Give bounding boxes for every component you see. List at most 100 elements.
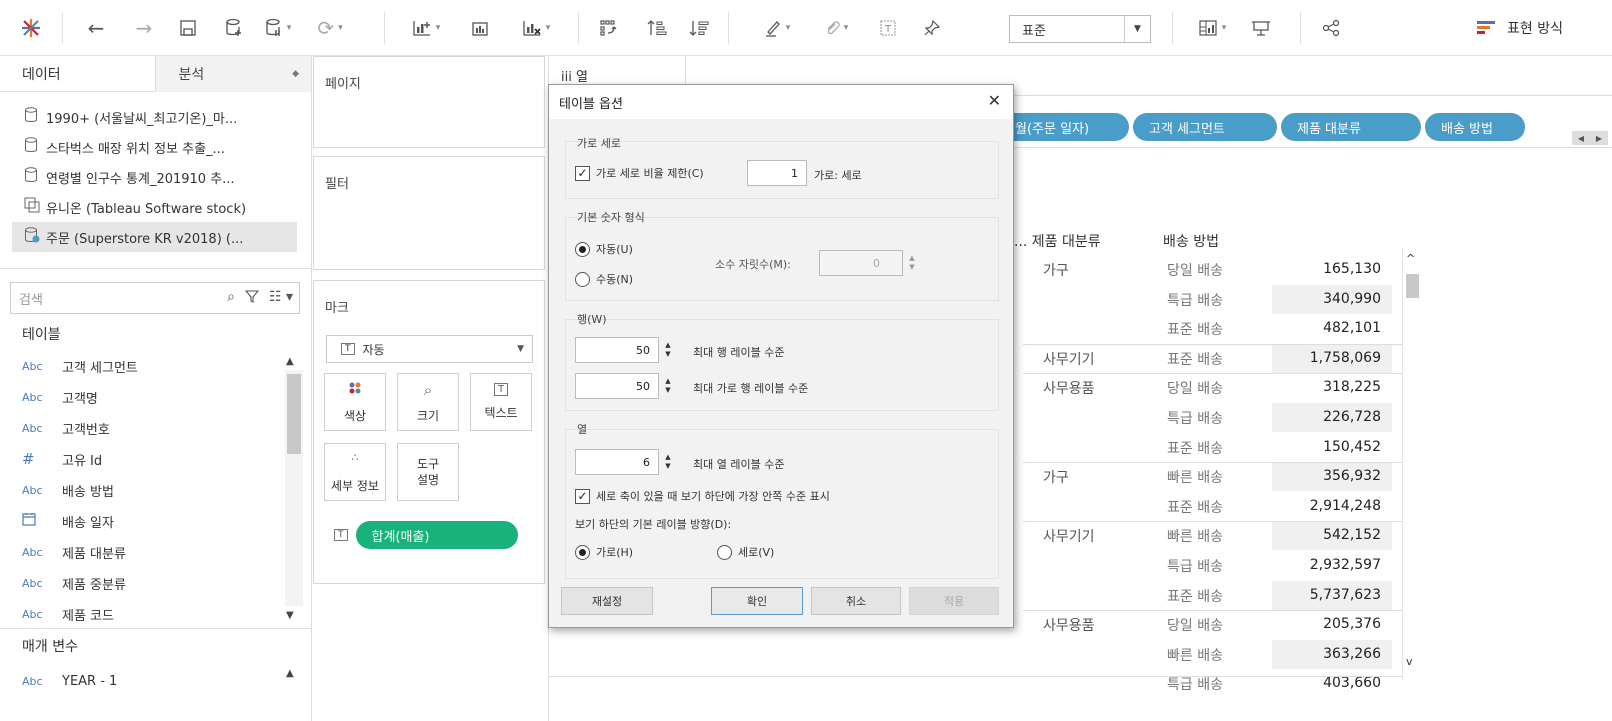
duplicate-sheet-icon[interactable] <box>466 14 494 42</box>
search-icon[interactable]: ⌕ <box>227 289 235 307</box>
mark-type-select[interactable]: T 자동 ▼ <box>326 335 533 363</box>
value-cell[interactable]: 150,452 <box>1272 433 1392 462</box>
value-cell[interactable]: 226,728 <box>1272 403 1392 432</box>
max-row-levels-spinner-icon[interactable]: ▲ ▼ <box>661 337 675 363</box>
back-arrow-icon[interactable]: ← <box>82 14 110 42</box>
orientation-label: 보기 하단의 기본 레이블 방향(D): <box>575 518 732 531</box>
vertical-radio[interactable]: 세로(V) <box>717 544 774 560</box>
field-item[interactable]: Abc 제품 대분류 <box>22 540 126 564</box>
reset-button[interactable]: 재설정 <box>561 587 653 615</box>
datasource-item[interactable]: 유니온 (Tableau Software stock) <box>0 192 311 222</box>
pause-update-icon[interactable]: ▾ <box>258 14 298 42</box>
datasource-item[interactable]: 연령별 인구수 통계_201910 추... <box>0 162 311 192</box>
aspect-ratio-input[interactable]: 1 <box>747 160 807 186</box>
swap-rows-columns-icon[interactable] <box>596 14 622 42</box>
value-cell[interactable]: 356,932 <box>1272 462 1392 491</box>
max-col-levels-input[interactable]: 6 <box>575 449 659 475</box>
datasource-item[interactable]: 스타벅스 매장 위치 정보 추출_... <box>0 132 311 162</box>
max-col-levels-spinner-icon[interactable]: ▲ ▼ <box>661 449 675 475</box>
value-cell[interactable]: 363,266 <box>1272 640 1392 669</box>
tab-data[interactable]: 데이터 <box>0 56 155 92</box>
value-cell[interactable]: 205,376 <box>1272 610 1392 639</box>
inner-level-checkbox[interactable]: ✓ 세로 축이 있을 때 보기 하단에 가장 안쪽 수준 표시 <box>575 488 830 504</box>
measure-pill[interactable]: 합계(매출) <box>355 521 518 549</box>
field-item[interactable]: Abc 고객명 <box>22 385 98 409</box>
scroll-down-icon[interactable]: v <box>1406 655 1413 668</box>
max-horiz-row-levels-spinner-icon[interactable]: ▲ ▼ <box>661 373 675 399</box>
field-item[interactable]: # 고유 Id <box>22 447 102 471</box>
size-button[interactable]: ⌕ 크기 <box>397 373 459 431</box>
fields-scrollbar[interactable] <box>285 370 303 606</box>
scroll-up-icon[interactable]: ^ <box>1406 252 1415 265</box>
field-item[interactable]: 배송 일자 <box>22 509 114 533</box>
apply-button[interactable]: 적용 <box>909 587 999 615</box>
new-datasource-icon[interactable] <box>222 14 246 42</box>
save-icon[interactable] <box>176 14 200 42</box>
field-item[interactable]: Abc 제품 중분류 <box>22 571 126 595</box>
ok-button[interactable]: 확인 <box>711 587 803 615</box>
clear-sheet-icon[interactable]: ▾ <box>512 14 560 42</box>
pin-icon[interactable] <box>920 14 944 42</box>
value-cell[interactable]: 542,152 <box>1272 521 1392 550</box>
detail-button[interactable]: ∴ 세부 정보 <box>324 443 386 501</box>
parameter-item[interactable]: Abc YEAR - 1 <box>22 669 117 693</box>
horizontal-radio[interactable]: 가로(H) <box>575 544 633 560</box>
pages-shelf[interactable]: 페이지 <box>313 56 545 148</box>
tableau-logo-icon[interactable] <box>18 14 44 42</box>
row-pill-category[interactable]: 제품 대분류 <box>1281 113 1421 141</box>
manual-radio[interactable]: 수동(N) <box>575 271 633 287</box>
value-cell[interactable]: 318,225 <box>1272 373 1392 402</box>
field-item[interactable]: Abc 제품 코드 <box>22 602 114 626</box>
group-paperclip-icon[interactable]: ▾ <box>814 14 858 42</box>
show-me-button[interactable]: 표현 방식 <box>1477 14 1563 42</box>
text-button[interactable]: T 텍스트 <box>470 373 532 431</box>
sort-ascending-icon[interactable] <box>644 14 670 42</box>
value-cell[interactable]: 2,932,597 <box>1272 551 1392 580</box>
sort-descending-icon[interactable] <box>686 14 712 42</box>
show-cards-icon[interactable]: ▾ <box>1190 14 1234 42</box>
decimals-input[interactable]: 0 <box>819 250 903 276</box>
new-worksheet-icon[interactable]: ▾ <box>404 14 448 42</box>
datasource-item-selected[interactable]: 주문 (Superstore KR v2018) (... <box>12 222 297 252</box>
scroll-down-icon[interactable]: ▼ <box>286 610 294 621</box>
filter-icon[interactable] <box>244 289 260 307</box>
fit-select[interactable]: 표준 ▼ <box>1009 15 1151 43</box>
refresh-icon[interactable]: ⟳ ▾ <box>306 14 354 42</box>
shelf-scroll-arrows[interactable]: ◀ ▶ <box>1572 131 1608 145</box>
presentation-mode-icon[interactable] <box>1248 14 1274 42</box>
value-cell[interactable]: 1,758,069 <box>1272 344 1392 373</box>
tooltip-button[interactable]: 도구 설명 <box>397 443 459 501</box>
max-row-levels-input[interactable]: 50 <box>575 337 659 363</box>
forward-arrow-icon[interactable]: → <box>130 14 158 42</box>
view-scrollbar[interactable]: ^ v <box>1402 248 1420 680</box>
highlight-pen-icon[interactable]: ▾ <box>756 14 798 42</box>
scroll-up-icon[interactable]: ▲ <box>286 356 294 367</box>
row-pill-segment[interactable]: 고객 세그먼트 <box>1133 113 1277 141</box>
value-cell[interactable]: 482,101 <box>1272 314 1392 343</box>
field-item[interactable]: Abc 고객 세그먼트 <box>22 354 138 378</box>
value-cell[interactable]: 403,660 <box>1272 669 1392 698</box>
value-cell[interactable]: 340,990 <box>1272 285 1392 314</box>
view-options-icon[interactable]: ☷ ▾ <box>269 289 293 307</box>
tab-analysis[interactable]: 분석 ◆ <box>155 56 311 92</box>
cancel-button[interactable]: 취소 <box>811 587 901 615</box>
union-icon <box>24 197 46 217</box>
datasource-item[interactable]: 1990+ (서울날씨_최고기온)_마... <box>0 102 311 132</box>
share-icon[interactable] <box>1318 14 1344 42</box>
value-cell[interactable]: 2,914,248 <box>1272 492 1392 521</box>
value-cell[interactable]: 165,130 <box>1272 255 1392 284</box>
search-input[interactable]: 검색 ⌕ ☷ ▾ <box>10 282 300 314</box>
value-cell[interactable]: 5,737,623 <box>1272 581 1392 610</box>
row-pill-shipping[interactable]: 배송 방법 <box>1425 113 1525 141</box>
scroll-up-icon[interactable]: ▲ <box>286 668 294 679</box>
close-icon[interactable]: ✕ <box>988 91 1001 110</box>
auto-radio[interactable]: 자동(U) <box>575 241 633 257</box>
field-item[interactable]: Abc 배송 방법 <box>22 478 114 502</box>
aspect-ratio-checkbox[interactable]: ✓ 가로 세로 비율 제한(C) <box>575 165 704 181</box>
show-mark-labels-icon[interactable]: T <box>876 14 900 42</box>
field-item[interactable]: Abc 고객번호 <box>22 416 110 440</box>
filters-shelf[interactable]: 필터 <box>313 156 545 270</box>
decimals-spinner-icon[interactable]: ▲ ▼ <box>905 250 919 276</box>
color-button[interactable]: 색상 <box>324 373 386 431</box>
max-horiz-row-levels-input[interactable]: 50 <box>575 373 659 399</box>
